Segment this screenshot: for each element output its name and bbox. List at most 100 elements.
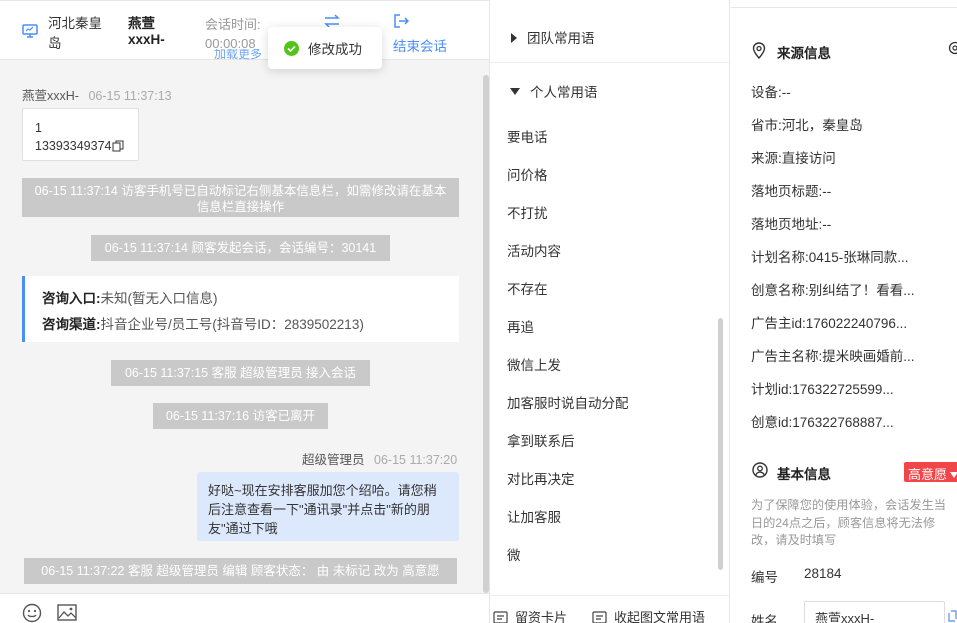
phrase-item[interactable]: 微信上发 xyxy=(507,354,561,374)
info-label: 广告主名称: xyxy=(751,349,823,364)
visitor-msg-time: 06-15 11:37:13 xyxy=(88,89,172,103)
system-message: 06-15 11:37:15 客服 超级管理员 接入会话 xyxy=(111,360,370,386)
lead-card-label: 留资卡片 xyxy=(515,610,568,623)
info-value: -- xyxy=(822,217,832,232)
caret-right-icon xyxy=(510,31,517,46)
info-value: 河北，秦皇岛 xyxy=(781,118,863,133)
phrases-pane: 团队常用语 个人常用语 要电话 问价格 不打扰 活动内容 不存在 再追 微信上发… xyxy=(490,0,730,623)
info-label: 落地页地址: xyxy=(751,217,823,232)
info-label: 计划id: xyxy=(751,382,793,397)
info-value: -- xyxy=(781,85,791,100)
phrase-item[interactable]: 问价格 xyxy=(507,164,548,184)
phrase-item[interactable]: 微 xyxy=(507,544,521,564)
phrases-divider xyxy=(490,62,729,63)
visitor-sender: 燕萱xxxH- 06-15 11:37:13 xyxy=(22,85,172,104)
info-value: 176322725599... xyxy=(792,382,894,397)
visitor-name: 燕萱xxxH- xyxy=(128,16,165,47)
info-label: 广告主id: xyxy=(751,316,806,331)
phrase-item[interactable]: 再追 xyxy=(507,316,534,336)
info-value: 别纠结了！看看... xyxy=(808,283,915,298)
phrase-item[interactable]: 对比再决定 xyxy=(507,468,575,488)
intent-status-label: 高意愿 xyxy=(908,467,948,482)
system-message: 06-15 11:37:16 访客已离开 xyxy=(153,403,328,429)
info-row-plan-id: 计划id:176322725599... xyxy=(751,378,894,398)
location-pin-icon xyxy=(752,42,766,62)
consult-channel-label: 咨询渠道: xyxy=(42,317,101,332)
message-icon xyxy=(592,611,607,623)
system-message: 06-15 11:37:22 客服 超级管理员 编辑 顾客状态： 由 未标记 改… xyxy=(24,558,457,584)
customer-name-value: 燕萱xxxH- xyxy=(815,611,875,623)
info-row-advertiser-name: 广告主名称:提米映画婚前... xyxy=(751,345,915,365)
user-icon xyxy=(752,462,768,481)
chat-pane: 河北秦皇岛 燕萱xxxH- 会话时间: 00:00:08 结束会话 加载更多 燕… xyxy=(0,0,490,623)
consult-entry-value: 未知(暂无入口信息) xyxy=(100,291,218,306)
customer-name-field[interactable]: 燕萱xxxH- xyxy=(804,601,945,623)
phrase-item[interactable]: 要电话 xyxy=(507,126,548,146)
info-label: 省市: xyxy=(751,118,782,133)
info-label: 创意名称: xyxy=(751,283,809,298)
info-value: 0415-张琳同款... xyxy=(808,250,909,265)
check-circle-icon xyxy=(284,40,299,56)
customer-id-value: 28184 xyxy=(804,566,842,581)
info-value: 176322768887... xyxy=(792,415,894,430)
team-phrases-label: 团队常用语 xyxy=(527,31,595,46)
info-row-landing-url: 落地页地址:-- xyxy=(751,213,831,233)
end-session-button[interactable]: 结束会话 xyxy=(393,35,447,55)
info-row-creative-name: 创意名称:别纠结了！看看... xyxy=(751,279,915,299)
consult-entry-label: 咨询入口: xyxy=(42,291,101,306)
agent-message-bubble: 好哒~现在安排客服加您个绍哈。请您稍后注意查看一下"通讯录"并点击"新的朋友"通… xyxy=(197,472,459,541)
consult-channel-value: 抖音企业号/员工号(抖音号ID：2839502213) xyxy=(100,317,364,332)
customer-id-label: 编号 xyxy=(751,570,778,585)
info-row-source: 来源:直接访问 xyxy=(751,147,836,167)
info-value: -- xyxy=(822,184,832,199)
load-more-link[interactable]: 加载更多 xyxy=(214,49,262,60)
phrase-item[interactable]: 加客服时说自动分配 xyxy=(507,392,629,412)
collapse-phrases-label: 收起图文常用语 xyxy=(614,610,706,623)
info-value: 提米映画婚前... xyxy=(822,349,915,364)
end-session-icon[interactable] xyxy=(393,13,410,32)
team-phrases-toggle[interactable]: 团队常用语 xyxy=(510,27,595,47)
info-label: 来源: xyxy=(751,151,782,166)
visitor-info-pane: 来源信息 设备:-- 省市:河北，秦皇岛 来源:直接访问 落地页标题:-- 落地… xyxy=(731,0,957,623)
caret-down-icon xyxy=(950,466,957,481)
info-label: 落地页标题: xyxy=(751,184,823,199)
phrase-item[interactable]: 拿到联系后 xyxy=(507,430,575,450)
info-row-creative-id: 创意id:176322768887... xyxy=(751,411,894,431)
copy-icon[interactable] xyxy=(112,139,124,157)
chat-scrollbar[interactable] xyxy=(483,75,489,593)
phrase-item[interactable]: 活动内容 xyxy=(507,240,561,260)
phrase-item[interactable]: 不打扰 xyxy=(507,202,548,222)
intent-status-dropdown[interactable]: 高意愿 xyxy=(904,462,957,482)
settings-icon[interactable] xyxy=(945,41,957,58)
info-value: 直接访问 xyxy=(781,151,836,166)
visitor-message-bubble: 1 13393349374 xyxy=(22,108,139,161)
phrase-item[interactable]: 让加客服 xyxy=(507,506,561,526)
visitor-location: 河北秦皇岛 xyxy=(48,16,102,51)
visitor-msg-line1: 1 xyxy=(35,121,42,135)
visitor-sender-name: 燕萱xxxH- xyxy=(22,89,79,103)
info-row-plan-name: 计划名称:0415-张琳同款... xyxy=(751,246,909,266)
edit-notice: 为了保障您的使用体验，会话发生当日的24点之后，顾客信息将无法修改，请及时填写 xyxy=(751,498,946,547)
copy-icon[interactable] xyxy=(948,610,957,623)
image-icon[interactable] xyxy=(57,604,77,623)
basic-info-title: 基本信息 xyxy=(777,467,831,482)
caret-down-icon xyxy=(510,83,520,98)
success-toast: 修改成功 xyxy=(268,27,382,69)
info-label: 创意id: xyxy=(751,415,793,430)
phrases-scrollbar[interactable] xyxy=(718,318,723,570)
system-message: 06-15 11:37:14 顾客发起会话，会话编号：30141 xyxy=(91,235,390,261)
lead-card-button[interactable]: 留资卡片 xyxy=(493,607,567,623)
visitor-msg-phone: 13393349374 xyxy=(35,139,112,153)
info-value: 176022240796... xyxy=(805,316,908,331)
monitor-icon xyxy=(22,24,38,41)
personal-phrases-label: 个人常用语 xyxy=(530,85,598,100)
source-info-title: 来源信息 xyxy=(777,46,831,61)
personal-phrases-toggle[interactable]: 个人常用语 xyxy=(510,81,598,101)
session-time-label: 会话时间: xyxy=(205,17,261,32)
toast-text: 修改成功 xyxy=(308,42,362,57)
collapse-phrases-button[interactable]: 收起图文常用语 xyxy=(592,607,705,623)
phrase-item[interactable]: 不存在 xyxy=(507,278,548,298)
info-label: 设备: xyxy=(751,85,782,100)
agent-sender: 超级管理员 06-15 11:37:20 xyxy=(302,449,457,468)
emoji-icon[interactable] xyxy=(22,603,42,623)
